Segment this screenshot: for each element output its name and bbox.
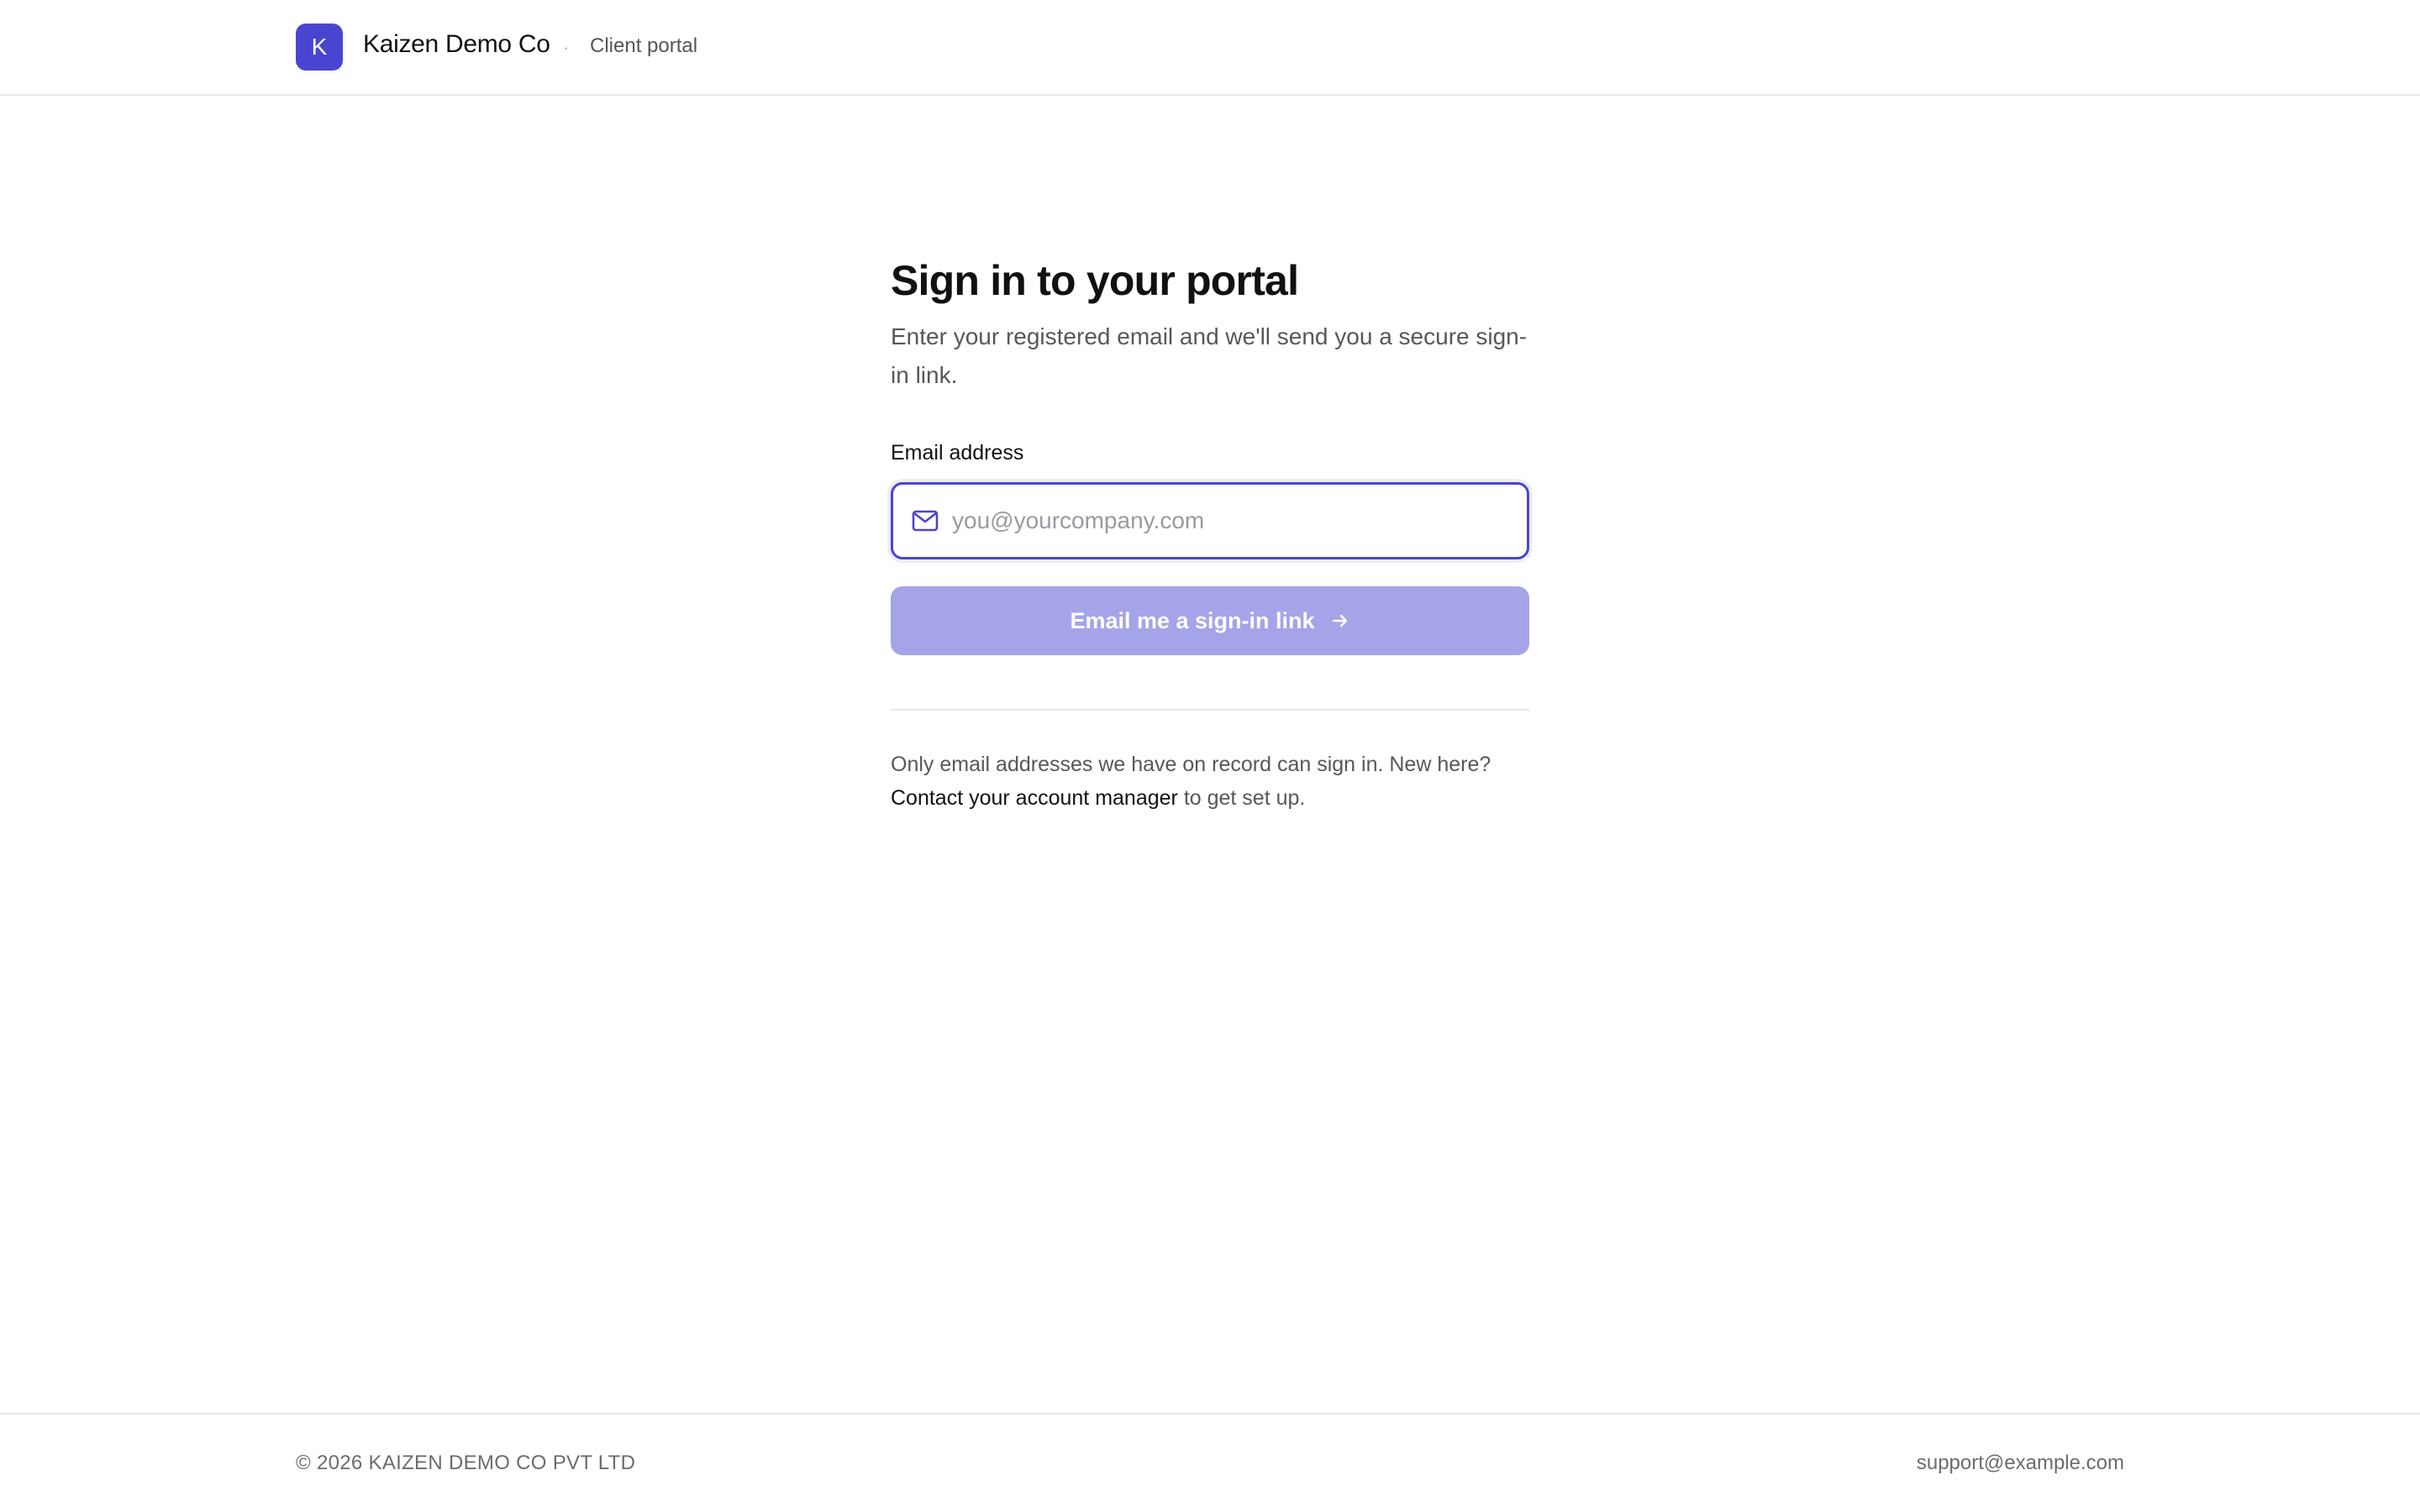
signin-form: Sign in to your portal Enter your regist… — [891, 252, 1529, 815]
portal-label: Client portal — [590, 34, 698, 57]
contact-account-manager-link[interactable]: Contact your account manager — [891, 786, 1178, 810]
support-email-link[interactable]: support@example.com — [1917, 1452, 2124, 1475]
send-signin-link-button[interactable]: Email me a sign-in link — [891, 586, 1529, 655]
email-field[interactable] — [891, 482, 1529, 559]
arrow-right-icon — [1332, 614, 1347, 627]
brand-name: Kaizen Demo Co — [363, 30, 550, 58]
brand-logo: K — [296, 24, 343, 71]
form-divider — [891, 709, 1529, 711]
note-text: Only email addresses we have on record c… — [891, 753, 1491, 776]
signin-page: K Kaizen Demo Co · Client portal Sign in… — [0, 0, 2420, 1512]
page-description: Enter your registered email and we'll se… — [891, 323, 1528, 388]
brand-separator: · — [563, 37, 570, 58]
page-footer: © 2026 KAIZEN DEMO CO PVT LTD support@ex… — [0, 1413, 2420, 1512]
email-input[interactable] — [952, 485, 1515, 557]
send-signin-link-label: Email me a sign-in link — [1070, 607, 1315, 633]
signin-note: Only email addresses we have on record c… — [891, 748, 1529, 815]
page-title: Sign in to your portal — [891, 257, 1299, 304]
note-text-after: to get set up. — [1183, 786, 1306, 810]
email-field-label: Email address — [891, 441, 1024, 465]
mail-icon — [912, 510, 939, 532]
copyright-text: © 2026 KAIZEN DEMO CO PVT LTD — [296, 1452, 636, 1474]
top-header: K Kaizen Demo Co · Client portal — [0, 0, 2420, 96]
